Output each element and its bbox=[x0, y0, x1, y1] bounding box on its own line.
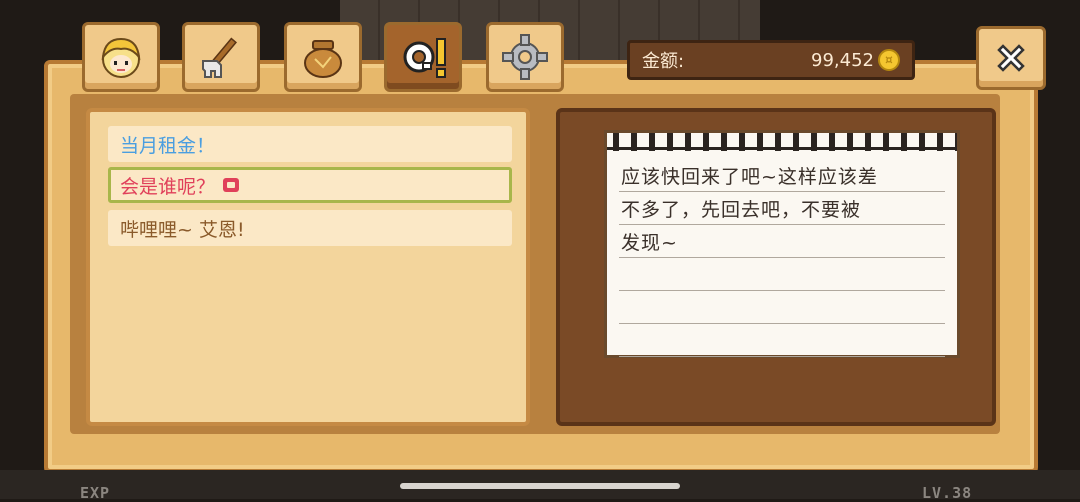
tab-quest[interactable] bbox=[384, 22, 462, 92]
note-line bbox=[619, 258, 945, 291]
level-label: LV.38 bbox=[922, 484, 973, 502]
note-line: 不多了，先回去吧，不要被 bbox=[619, 192, 945, 225]
money-value: 99,452 bbox=[811, 49, 874, 71]
quest-title: 会是谁呢？ bbox=[120, 175, 216, 198]
exp-label: EXP bbox=[80, 484, 111, 502]
quest-item-who[interactable]: 会是谁呢？ bbox=[108, 167, 512, 203]
coin-icon: ¤ bbox=[878, 49, 900, 71]
note-text: 应该快回来了吧~这样应该差 不多了，先回去吧，不要被 发现~ bbox=[619, 159, 945, 357]
quest-item-ayn[interactable]: 哔哩哩~ 艾恩! bbox=[108, 210, 512, 246]
quest-title: 哔哩哩~ 艾恩! bbox=[120, 218, 245, 241]
sack-pot-icon bbox=[304, 40, 342, 78]
heart-icon bbox=[223, 178, 240, 192]
tab-settings[interactable] bbox=[486, 22, 564, 92]
quest-list: 当月租金！ 会是谁呢？ 哔哩哩~ 艾恩! bbox=[86, 108, 530, 426]
quest-q-icon bbox=[403, 38, 446, 78]
tab-character[interactable] bbox=[82, 22, 160, 92]
notepad: 应该快回来了吧~这样应该差 不多了，先回去吧，不要被 发现~ bbox=[604, 130, 960, 358]
gear-icon bbox=[502, 34, 548, 80]
quest-title: 当月租金！ bbox=[120, 134, 216, 157]
quest-detail-board: 应该快回来了吧~这样应该差 不多了，先回去吧，不要被 发现~ bbox=[556, 108, 996, 426]
money-label: 金额: bbox=[642, 51, 685, 72]
close-icon bbox=[997, 44, 1025, 72]
note-line: 应该快回来了吧~这样应该差 bbox=[619, 159, 945, 192]
money-display: 金额: 99,452 ¤ bbox=[627, 40, 915, 80]
notepad-binding bbox=[607, 147, 957, 150]
rake-icon bbox=[202, 37, 237, 78]
home-indicator[interactable] bbox=[400, 483, 680, 489]
note-line: 发现~ bbox=[619, 225, 945, 258]
quest-item-rent[interactable]: 当月租金！ bbox=[108, 126, 512, 162]
note-line bbox=[619, 324, 945, 357]
tab-tools[interactable] bbox=[182, 22, 260, 92]
close-button[interactable] bbox=[976, 26, 1046, 90]
tab-items[interactable] bbox=[284, 22, 362, 92]
blonde-character-icon bbox=[101, 37, 141, 78]
note-line bbox=[619, 291, 945, 324]
